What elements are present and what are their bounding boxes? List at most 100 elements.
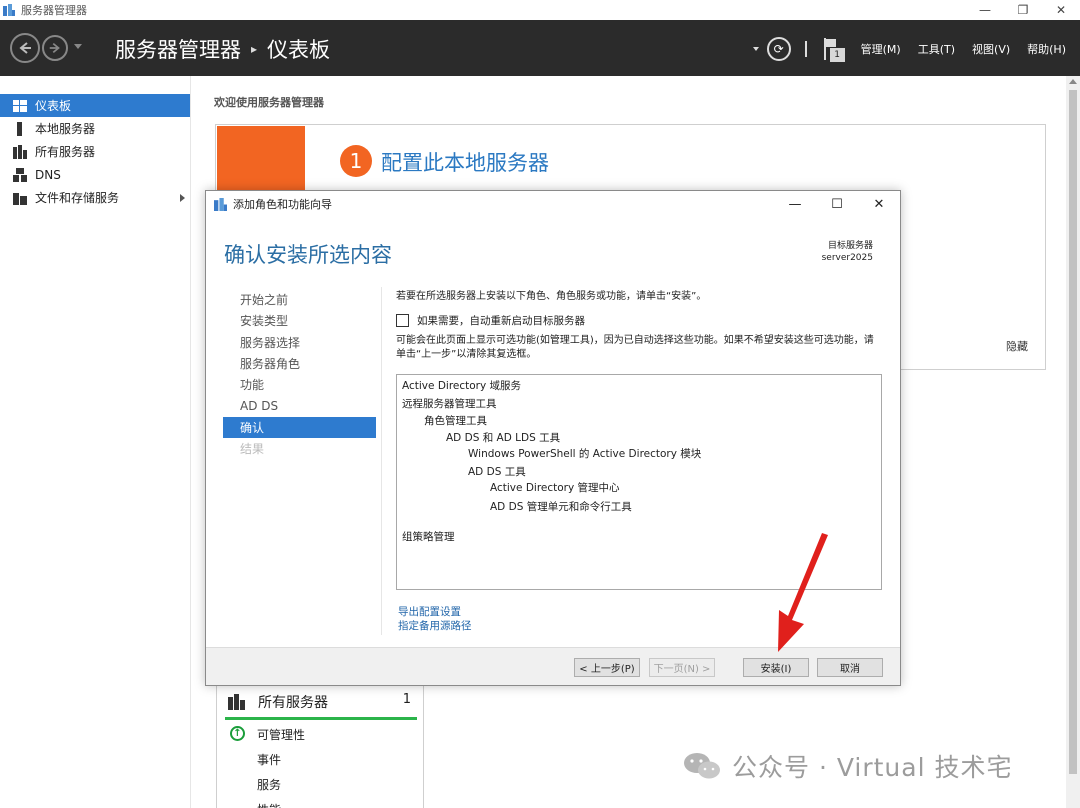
sidebar-item-label: 所有服务器	[35, 145, 96, 159]
dialog-content: 若要在所选服务器上安装以下角色、角色服务或功能，请单击“安装”。 如果需要，自动…	[396, 287, 886, 632]
breadcrumb-root: 服务器管理器	[115, 38, 241, 62]
scroll-up-icon[interactable]	[1069, 79, 1077, 84]
events-row[interactable]: 事件	[257, 751, 281, 768]
sidebar: 仪表板 本地服务器 所有服务器 DNS 文件和存储服务	[0, 76, 191, 808]
list-item: AD DS 管理单元和命令行工具	[490, 501, 632, 513]
previous-button[interactable]: < 上一步(P)	[574, 658, 640, 677]
alternate-source-link[interactable]: 指定备用源路径	[398, 618, 472, 633]
target-server-value: server2025	[821, 253, 873, 263]
server-icon	[12, 121, 28, 136]
manageability-row[interactable]: 可管理性	[257, 726, 305, 743]
refresh-dropdown-icon[interactable]	[752, 47, 759, 51]
dialog-maximize-button[interactable]: ☐	[816, 191, 858, 217]
sidebar-item-file-storage[interactable]: 文件和存储服务	[0, 186, 190, 209]
step-before-you-begin[interactable]: 开始之前	[223, 289, 376, 310]
dashboard-icon	[12, 99, 28, 113]
menu-view[interactable]: 视图(V)	[972, 41, 1010, 57]
status-ok-icon: ↑	[230, 726, 245, 741]
breadcrumb-separator: ▸	[251, 42, 258, 56]
breadcrumb: 服务器管理器 ▸ 仪表板	[115, 34, 330, 64]
sidebar-item-label: 文件和存储服务	[35, 191, 120, 205]
expand-arrow-icon[interactable]	[180, 194, 185, 202]
minimize-button[interactable]: —	[966, 0, 1004, 20]
step-installation-type[interactable]: 安装类型	[223, 310, 376, 331]
notification-count-badge: 1	[829, 48, 845, 62]
dialog-title: 添加角色和功能向导	[233, 198, 332, 211]
step-server-selection[interactable]: 服务器选择	[223, 332, 376, 353]
all-servers-count: 1	[402, 692, 411, 707]
history-dropdown-icon[interactable]	[74, 44, 82, 49]
services-row[interactable]: 服务	[257, 776, 281, 793]
step-results: 结果	[240, 442, 265, 457]
auto-restart-checkbox[interactable]	[396, 314, 409, 327]
scroll-thumb[interactable]	[1069, 90, 1077, 774]
sidebar-item-label: 仪表板	[35, 99, 72, 113]
menu-manage[interactable]: 管理(M)	[861, 41, 901, 57]
step-server-roles[interactable]: 服务器角色	[223, 353, 376, 374]
window-titlebar: 服务器管理器 — ❐ ✕	[0, 0, 1080, 20]
cancel-button[interactable]: 取消	[817, 658, 883, 677]
step-number-badge: 1	[340, 145, 372, 177]
window-title: 服务器管理器	[21, 4, 87, 17]
refresh-icon[interactable]: ⟳	[766, 37, 791, 61]
list-item: Active Directory 管理中心	[490, 482, 620, 494]
sidebar-item-label: DNS	[35, 167, 61, 182]
sidebar-item-dns[interactable]: DNS	[0, 163, 190, 186]
annotation-arrow-icon	[778, 533, 828, 652]
dns-icon	[12, 167, 28, 182]
list-item: Windows PowerShell 的 Active Directory 模块	[468, 448, 702, 460]
export-config-link[interactable]: 导出配置设置	[398, 604, 461, 619]
close-button[interactable]: ✕	[1042, 0, 1080, 20]
arrow-left-icon	[19, 42, 31, 54]
sidebar-item-all-servers[interactable]: 所有服务器	[0, 140, 190, 163]
sidebar-item-label: 本地服务器	[35, 122, 96, 136]
target-server-label: 目标服务器	[827, 241, 873, 251]
install-button[interactable]: 安装(I)	[743, 658, 809, 677]
auto-restart-option[interactable]: 如果需要，自动重新启动目标服务器	[396, 313, 585, 328]
auto-restart-label[interactable]: 如果需要，自动重新启动目标服务器	[417, 313, 585, 328]
sidebar-item-dashboard[interactable]: 仪表板	[0, 94, 190, 117]
dialog-close-button[interactable]: ✕	[858, 191, 900, 217]
arrow-right-icon	[49, 42, 60, 54]
step-confirmation[interactable]: 确认	[223, 416, 376, 439]
wizard-steps: 开始之前 安装类型 服务器选择 服务器角色 功能 AD DS 确认 结果	[223, 289, 376, 459]
steps-divider	[381, 287, 382, 635]
watermark-text: 公众号 · Virtual 技术宅	[732, 753, 1013, 782]
list-item: 远程服务器管理工具	[402, 398, 497, 410]
step-features[interactable]: 功能	[223, 374, 376, 395]
hide-link[interactable]: 隐藏	[1006, 338, 1028, 354]
target-server: 目标服务器 server2025	[822, 240, 873, 264]
status-bar	[225, 717, 417, 720]
welcome-title: 欢迎使用服务器管理器	[214, 96, 324, 109]
dialog-minimize-button[interactable]: —	[774, 191, 816, 217]
menu-help[interactable]: 帮助(H)	[1027, 41, 1066, 57]
main-scrollbar[interactable]	[1066, 76, 1080, 808]
list-item: AD DS 工具	[468, 466, 526, 478]
all-servers-title[interactable]: 所有服务器	[258, 692, 328, 712]
dialog-heading: 确认安装所选内容	[224, 243, 392, 267]
server-manager-icon	[3, 4, 15, 16]
watermark: 公众号 · Virtual 技术宅	[682, 748, 1012, 784]
sidebar-item-local-server[interactable]: 本地服务器	[0, 117, 190, 140]
list-item: Active Directory 域服务	[402, 380, 522, 392]
optional-features-note: 可能会在此页面上显示可选功能(如管理工具)，因为已自动选择这些功能。如果不希望安…	[396, 335, 874, 360]
next-button: 下一页(N) >	[649, 658, 715, 677]
menu-tools[interactable]: 工具(T)	[918, 41, 955, 57]
header-divider	[804, 41, 807, 57]
forward-button[interactable]	[42, 35, 68, 61]
back-button[interactable]	[10, 33, 40, 63]
wechat-icon	[684, 753, 720, 779]
servers-icon	[12, 144, 28, 159]
breadcrumb-page: 仪表板	[267, 38, 331, 62]
all-servers-tile: 所有服务器 1 ↑ 可管理性 事件 服务 性能	[216, 683, 424, 808]
step-ad-ds[interactable]: AD DS	[223, 395, 376, 416]
performance-row[interactable]: 性能	[257, 801, 281, 808]
list-item: 组策略管理	[402, 531, 455, 543]
list-item: AD DS 和 AD LDS 工具	[446, 432, 561, 444]
intro-text: 若要在所选服务器上安装以下角色、角色服务或功能，请单击“安装”。	[396, 291, 707, 302]
wizard-icon	[214, 197, 227, 211]
configure-local-server-link[interactable]: 配置此本地服务器	[381, 147, 549, 177]
restore-button[interactable]: ❐	[1004, 0, 1042, 20]
servers-icon	[228, 694, 245, 710]
notifications-flag-icon[interactable]: 1	[823, 38, 845, 62]
